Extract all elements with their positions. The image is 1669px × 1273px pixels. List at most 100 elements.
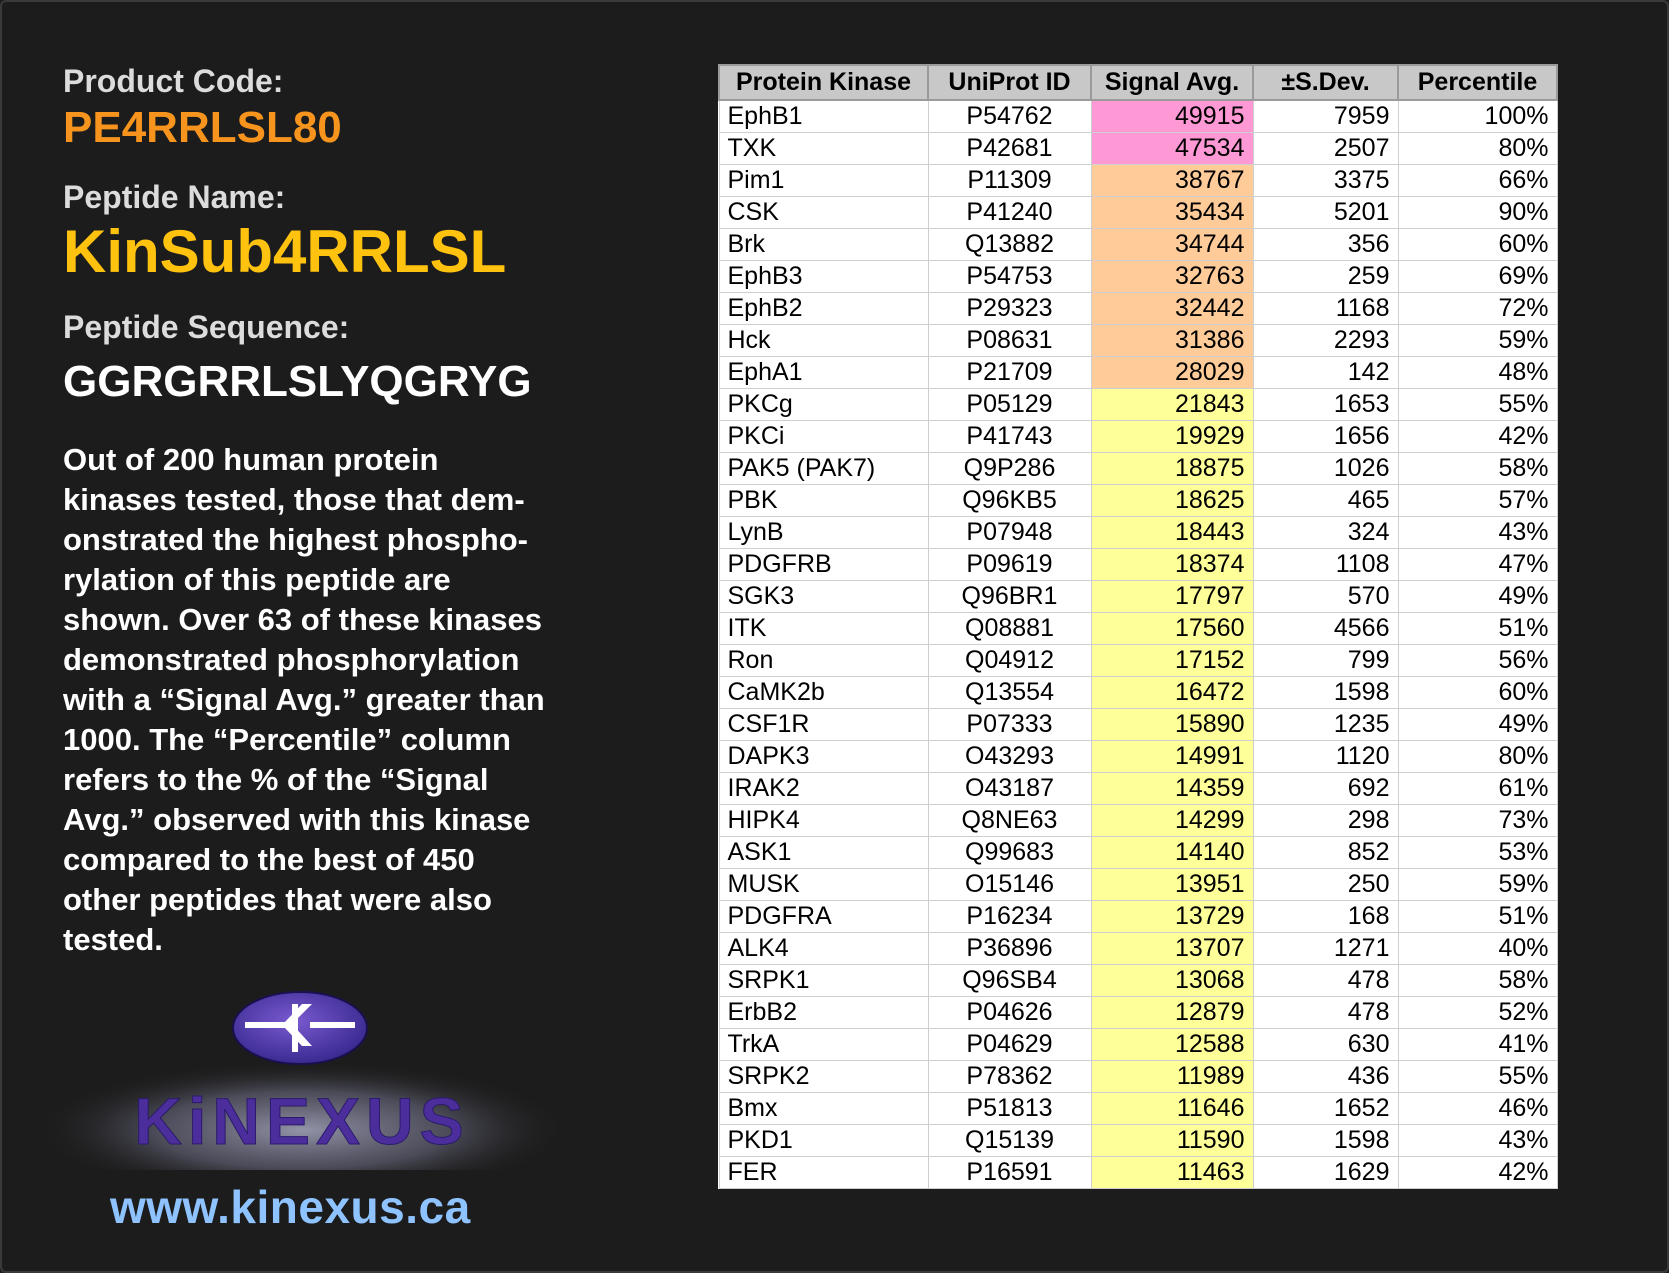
- table-row: Pim1 P11309 38767 3375 66%: [718, 164, 1558, 197]
- sdev-cell: 168: [1252, 900, 1399, 933]
- kinase-cell: ALK4: [718, 932, 929, 965]
- uniprot-cell: Q96KB5: [927, 484, 1092, 517]
- sdev-cell: 799: [1252, 644, 1399, 677]
- table-row: PBK Q96KB5 18625 465 57%: [718, 484, 1558, 517]
- uniprot-cell: Q13882: [927, 228, 1092, 261]
- kinase-table: Protein Kinase UniProt ID Signal Avg. ±S…: [718, 64, 1558, 1189]
- table-row: ErbB2 P04626 12879 478 52%: [718, 996, 1558, 1029]
- percentile-cell: 40%: [1397, 932, 1558, 965]
- table-row: EphB3 P54753 32763 259 69%: [718, 260, 1558, 293]
- kinase-cell: ErbB2: [718, 996, 929, 1029]
- header-percentile: Percentile: [1397, 64, 1558, 101]
- percentile-cell: 55%: [1397, 1060, 1558, 1093]
- peptide-name-label: Peptide Name:: [63, 179, 286, 215]
- signal-cell: 11590: [1090, 1124, 1254, 1157]
- description-line: compared to the best of 450: [63, 842, 475, 877]
- sdev-cell: 250: [1252, 868, 1399, 901]
- signal-cell: 13068: [1090, 964, 1254, 997]
- kinase-cell: DAPK3: [718, 740, 929, 773]
- table-row: LynB P07948 18443 324 43%: [718, 516, 1558, 549]
- signal-cell: 13951: [1090, 868, 1254, 901]
- sdev-cell: 1271: [1252, 932, 1399, 965]
- table-row: MUSK O15146 13951 250 59%: [718, 868, 1558, 901]
- percentile-cell: 60%: [1397, 228, 1558, 261]
- table-row: Bmx P51813 11646 1652 46%: [718, 1092, 1558, 1125]
- kinase-cell: SRPK1: [718, 964, 929, 997]
- table-row: Brk Q13882 34744 356 60%: [718, 228, 1558, 261]
- percentile-cell: 51%: [1397, 900, 1558, 933]
- table-body: EphB1 P54762 49915 7959 100% TXK P42681 47534 25…: [718, 99, 1558, 1189]
- signal-cell: 12588: [1090, 1028, 1254, 1061]
- kinase-cell: Bmx: [718, 1092, 929, 1125]
- kinase-cell: TrkA: [718, 1028, 929, 1061]
- signal-cell: 38767: [1090, 164, 1254, 197]
- signal-cell: 14359: [1090, 772, 1254, 805]
- kinase-cell: Pim1: [718, 164, 929, 197]
- signal-cell: 11463: [1090, 1156, 1254, 1189]
- table-row: PAK5 (PAK7) Q9P286 18875 1026 58%: [718, 452, 1558, 485]
- uniprot-cell: Q13554: [927, 676, 1092, 709]
- sdev-cell: 852: [1252, 836, 1399, 869]
- percentile-cell: 72%: [1397, 292, 1558, 325]
- signal-cell: 14991: [1090, 740, 1254, 773]
- kinase-cell: IRAK2: [718, 772, 929, 805]
- uniprot-cell: Q96BR1: [927, 580, 1092, 613]
- percentile-cell: 60%: [1397, 676, 1558, 709]
- signal-cell: 13729: [1090, 900, 1254, 933]
- percentile-cell: 73%: [1397, 804, 1558, 837]
- table-row: FER P16591 11463 1629 42%: [718, 1156, 1558, 1189]
- peptide-sequence: GGRGRRLSLYQGRYG: [63, 357, 532, 406]
- percentile-cell: 90%: [1397, 196, 1558, 229]
- table-header-row: Protein Kinase UniProt ID Signal Avg. ±S…: [718, 64, 1558, 101]
- uniprot-cell: Q15139: [927, 1124, 1092, 1157]
- signal-cell: 49915: [1090, 99, 1254, 133]
- kinase-cell: EphB2: [718, 292, 929, 325]
- signal-cell: 14299: [1090, 804, 1254, 837]
- table-row: PDGFRA P16234 13729 168 51%: [718, 900, 1558, 933]
- sdev-cell: 324: [1252, 516, 1399, 549]
- percentile-cell: 100%: [1397, 99, 1558, 133]
- kinase-cell: CaMK2b: [718, 676, 929, 709]
- signal-cell: 16472: [1090, 676, 1254, 709]
- uniprot-cell: P36896: [927, 932, 1092, 965]
- table-row: CSF1R P07333 15890 1235 49%: [718, 708, 1558, 741]
- signal-cell: 47534: [1090, 132, 1254, 165]
- header-sdev: ±S.Dev.: [1252, 64, 1399, 101]
- kinase-cell: CSK: [718, 196, 929, 229]
- uniprot-cell: P51813: [927, 1092, 1092, 1125]
- signal-cell: 14140: [1090, 836, 1254, 869]
- table-row: EphB2 P29323 32442 1168 72%: [718, 292, 1558, 325]
- table-row: PKD1 Q15139 11590 1598 43%: [718, 1124, 1558, 1157]
- uniprot-cell: P16234: [927, 900, 1092, 933]
- kinase-cell: ITK: [718, 612, 929, 645]
- signal-cell: 21843: [1090, 388, 1254, 421]
- sdev-cell: 7959: [1252, 99, 1399, 133]
- uniprot-cell: P41240: [927, 196, 1092, 229]
- uniprot-cell: Q99683: [927, 836, 1092, 869]
- signal-cell: 12879: [1090, 996, 1254, 1029]
- table-row: ITK Q08881 17560 4566 51%: [718, 612, 1558, 645]
- website-link[interactable]: www.kinexus.ca: [110, 1180, 471, 1234]
- description-paragraph: Out of 200 human protein kinases tested,…: [63, 440, 623, 960]
- uniprot-cell: P05129: [927, 388, 1092, 421]
- signal-cell: 31386: [1090, 324, 1254, 357]
- uniprot-cell: Q08881: [927, 612, 1092, 645]
- sdev-cell: 3375: [1252, 164, 1399, 197]
- uniprot-cell: P54753: [927, 260, 1092, 293]
- percentile-cell: 43%: [1397, 1124, 1558, 1157]
- signal-cell: 17797: [1090, 580, 1254, 613]
- percentile-cell: 49%: [1397, 580, 1558, 613]
- k-emblem-icon: [232, 991, 368, 1065]
- svg-text:KiNEXUS: KiNEXUS: [134, 1084, 469, 1158]
- kinexus-logo: KiNEXUS: [40, 991, 570, 1170]
- uniprot-cell: P04626: [927, 996, 1092, 1029]
- percentile-cell: 51%: [1397, 612, 1558, 645]
- description-line: Out of 200 human protein: [63, 442, 439, 477]
- uniprot-cell: P09619: [927, 548, 1092, 581]
- sdev-cell: 5201: [1252, 196, 1399, 229]
- kinase-cell: EphB3: [718, 260, 929, 293]
- signal-cell: 17152: [1090, 644, 1254, 677]
- sdev-cell: 2507: [1252, 132, 1399, 165]
- kinase-cell: PKD1: [718, 1124, 929, 1157]
- uniprot-cell: P78362: [927, 1060, 1092, 1093]
